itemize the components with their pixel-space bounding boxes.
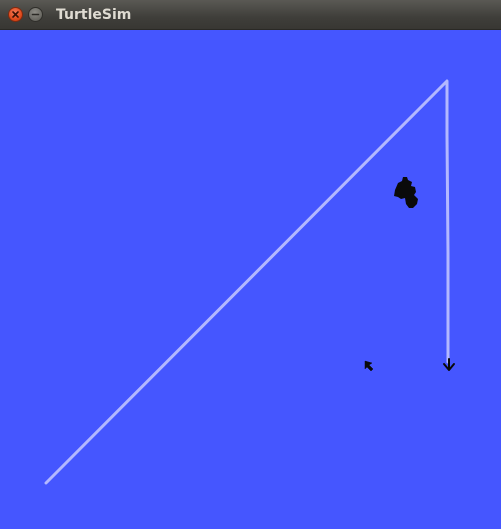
close-button[interactable] [8, 7, 23, 22]
window-title: TurtleSim [56, 7, 132, 23]
turtle-icon[interactable] [394, 177, 418, 208]
minimize-icon [31, 13, 40, 16]
turtle-heading-arrow-icon [443, 358, 455, 371]
turtlesim-window: TurtleSim [0, 0, 501, 529]
pen-trail [44, 79, 450, 485]
turtle-canvas[interactable] [0, 30, 501, 529]
title-bar[interactable]: TurtleSim [0, 0, 501, 30]
mouse-pointer-icon [364, 360, 374, 372]
canvas-drawing [44, 79, 455, 485]
minimize-button[interactable] [28, 7, 43, 22]
close-icon [12, 11, 19, 18]
